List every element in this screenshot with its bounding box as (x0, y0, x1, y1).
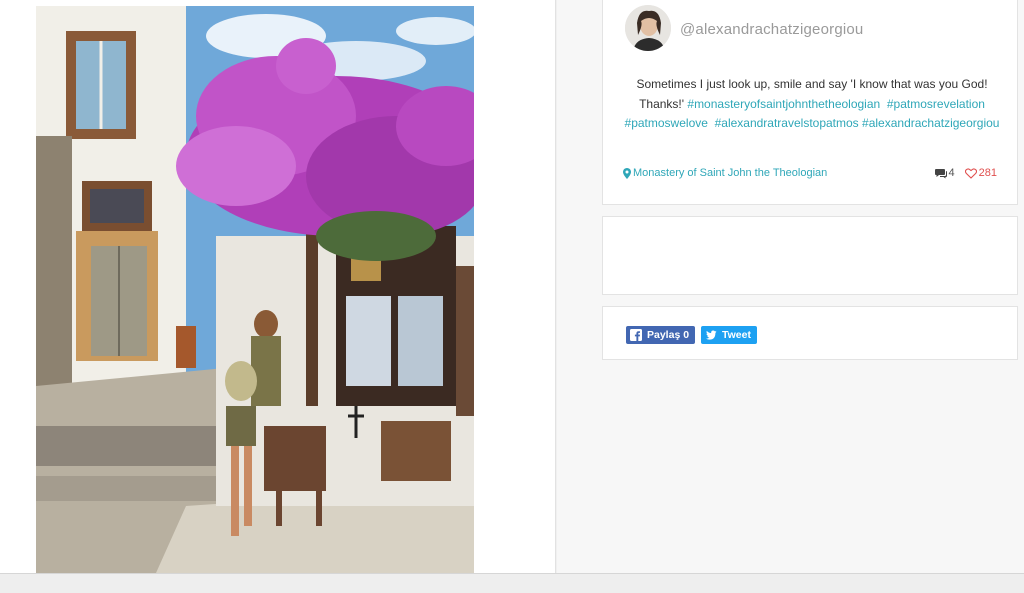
location-label: Monastery of Saint John the Theologian (633, 167, 828, 179)
facebook-share-button[interactable]: Paylaş 0 (626, 326, 696, 344)
hashtag-link[interactable]: #alexandratravelstopatmos (715, 116, 859, 130)
map-pin-icon (623, 167, 631, 179)
twitter-share-button[interactable]: Tweet (701, 326, 757, 344)
post-card: @alexandrachatzigeorgiou Sometimes I jus… (602, 0, 1018, 205)
comment-icon (934, 168, 947, 179)
hashtag-link[interactable]: #patmosrevelation (887, 97, 985, 111)
avatar[interactable] (625, 5, 671, 51)
post-photo-illustration (36, 6, 474, 573)
avatar-image (625, 5, 671, 51)
post-photo[interactable] (36, 6, 474, 573)
share-card: Paylaş 0 Tweet (602, 306, 1018, 360)
empty-card (602, 216, 1018, 295)
twitter-share-label: Tweet (722, 329, 751, 341)
heart-icon (964, 167, 977, 179)
hashtag-link[interactable]: #monasteryofsaintjohnthetheologian (687, 97, 880, 111)
comments-count: 4 (948, 167, 955, 179)
horizontal-scrollbar[interactable] (0, 573, 1024, 593)
twitter-icon (705, 329, 717, 341)
hashtag-link[interactable]: #patmoswelove (625, 116, 708, 130)
facebook-icon (630, 329, 642, 341)
post-stats: 4 281 (934, 167, 997, 179)
likes-stat[interactable]: 281 (964, 167, 997, 179)
location-link[interactable]: Monastery of Saint John the Theologian (623, 167, 827, 179)
facebook-share-label: Paylaş 0 (647, 329, 690, 341)
comments-stat[interactable]: 4 (934, 167, 955, 179)
likes-count: 281 (978, 167, 997, 179)
left-column (0, 0, 556, 573)
username[interactable]: @alexandrachatzigeorgiou (680, 21, 863, 38)
hashtag-link[interactable]: #alexandrachatzigeorgiou (862, 116, 999, 130)
post-caption: Sometimes I just look up, smile and say … (617, 75, 1007, 134)
right-column: @alexandrachatzigeorgiou Sometimes I jus… (557, 0, 1024, 573)
